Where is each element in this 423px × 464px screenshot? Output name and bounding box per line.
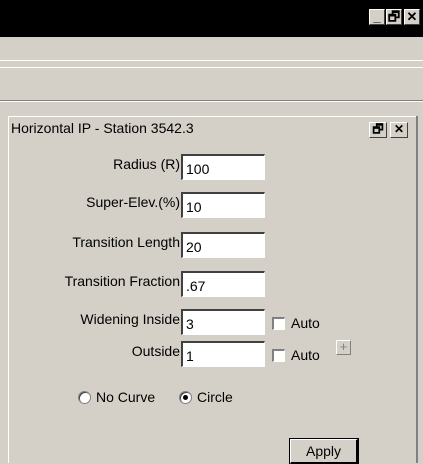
panel-right-edge	[416, 116, 418, 463]
no-curve-radio[interactable]	[78, 391, 91, 404]
toolbar-separator	[0, 60, 423, 61]
restore-button[interactable]: 🗗	[386, 9, 402, 25]
panel-close-button[interactable]: ✕	[390, 122, 408, 138]
panel-title: Horizontal IP - Station 3542.3	[11, 120, 194, 136]
panel-restore-button[interactable]: 🗗	[369, 122, 387, 138]
horizontal-ip-panel: Horizontal IP - Station 3542.3 🗗 ✕ Radiu…	[8, 116, 418, 464]
widening-inside-field[interactable]	[181, 309, 265, 335]
apply-button[interactable]: Apply	[289, 438, 359, 464]
widening-outside-auto-checkbox[interactable]	[272, 349, 285, 362]
circle-radio-selected-dot	[183, 395, 188, 400]
widening-inside-auto-label: Auto	[291, 315, 320, 331]
widening-outside-auto-label: Auto	[291, 347, 320, 363]
panel-header: Horizontal IP - Station 3542.3 🗗 ✕	[9, 117, 417, 143]
super-elev-label: Super-Elev.(%)	[86, 194, 180, 210]
close-button[interactable]: ✕	[404, 9, 420, 25]
toolbar-separator	[0, 101, 423, 102]
transition-length-label: Transition Length	[72, 234, 180, 250]
widening-outside-field[interactable]	[181, 341, 265, 367]
widening-outside-label: Outside	[131, 343, 180, 359]
super-elev-field[interactable]	[181, 192, 265, 218]
transition-fraction-label: Transition Fraction	[64, 273, 180, 289]
widening-inside-auto-checkbox[interactable]	[272, 317, 285, 330]
radius-field[interactable]	[181, 154, 265, 180]
radius-label: Radius (R)	[113, 156, 180, 172]
window-titlebar: _ 🗗 ✕	[0, 0, 423, 37]
circle-label: Circle	[197, 389, 233, 405]
no-curve-label: No Curve	[96, 389, 156, 405]
widening-inside-label: Widening Inside	[80, 311, 180, 327]
toolbar-separator	[0, 67, 423, 68]
add-button[interactable]: +	[336, 340, 351, 355]
transition-length-field[interactable]	[181, 232, 265, 258]
minimize-button[interactable]: _	[369, 9, 385, 25]
transition-fraction-field[interactable]	[181, 271, 265, 297]
circle-radio[interactable]	[179, 391, 192, 404]
